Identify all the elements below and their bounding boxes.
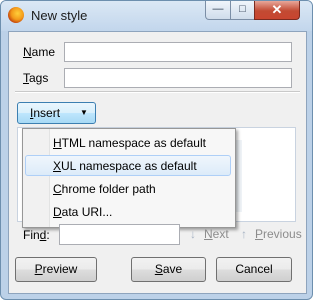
cancel-button[interactable]: Cancel	[216, 257, 292, 282]
title-bar[interactable]: New style — □ ✕	[1, 1, 312, 31]
menu-item-data-uri[interactable]: Data URI...	[25, 201, 231, 222]
tags-field[interactable]	[64, 68, 292, 88]
find-label: Find:	[23, 228, 50, 242]
menu-item-chrome-folder-path[interactable]: Chrome folder path	[25, 178, 231, 199]
close-button[interactable]: ✕	[254, 1, 300, 20]
arrow-up-icon: ↑	[241, 227, 247, 241]
dialog-window: New style — □ ✕ Name Tags Insert ▼ HTML …	[0, 0, 313, 300]
menu-item-xul-namespace[interactable]: XUL namespace as default	[25, 155, 231, 176]
find-next-button[interactable]: ↓ Next	[187, 226, 229, 242]
insert-button-label: Insert	[30, 106, 61, 120]
divider	[15, 91, 300, 93]
dropdown-arrow-icon: ▼	[80, 108, 88, 117]
minimize-button[interactable]: —	[205, 1, 231, 20]
name-field[interactable]	[64, 42, 292, 62]
find-previous-button[interactable]: ↑ Previous	[238, 226, 302, 242]
maximize-button[interactable]: □	[230, 1, 255, 20]
arrow-down-icon: ↓	[190, 227, 196, 241]
insert-menu: HTML namespace as default XUL namespace …	[22, 128, 236, 228]
firefox-icon	[8, 7, 24, 23]
preview-button[interactable]: Preview	[15, 257, 97, 282]
window-title: New style	[31, 8, 88, 23]
save-button[interactable]: Save	[131, 257, 206, 282]
insert-button[interactable]: Insert ▼	[17, 102, 96, 124]
find-input[interactable]	[59, 224, 180, 245]
tags-label: Tags	[23, 71, 49, 85]
dialog-content: Name Tags Insert ▼ HTML namespace as def…	[8, 31, 307, 294]
name-label: Name	[23, 45, 56, 59]
menu-item-html-namespace[interactable]: HTML namespace as default	[25, 132, 231, 153]
